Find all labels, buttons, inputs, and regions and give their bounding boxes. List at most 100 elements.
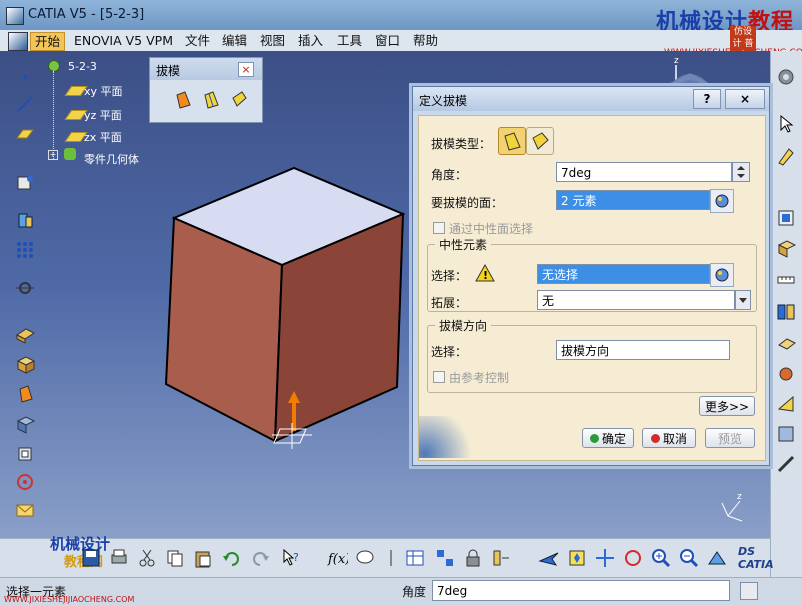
mail-icon[interactable]: [14, 499, 36, 521]
catalog-icon[interactable]: [434, 547, 456, 569]
menu-enovia[interactable]: ENOVIA V5 VPM: [70, 32, 177, 49]
tools-icon[interactable]: [775, 453, 797, 475]
redo-icon[interactable]: [250, 547, 272, 569]
law-icon[interactable]: [380, 547, 402, 569]
rotate-icon[interactable]: [622, 547, 644, 569]
print-icon[interactable]: [108, 547, 130, 569]
ok-button[interactable]: 确定: [582, 428, 634, 448]
line-icon[interactable]: [14, 93, 36, 115]
preview-button[interactable]: 预览: [705, 428, 755, 448]
cancel-button[interactable]: 取消: [642, 428, 696, 448]
help-button[interactable]: ?: [693, 89, 721, 109]
propagation-select[interactable]: 无: [537, 290, 735, 310]
zoom-out-icon[interactable]: [678, 547, 700, 569]
normal-view-icon[interactable]: [706, 547, 728, 569]
pocket-icon[interactable]: [14, 323, 36, 345]
tree-item-zx-plane[interactable]: zx 平面: [84, 129, 122, 145]
angle-spinner[interactable]: [732, 162, 750, 182]
menu-window[interactable]: 窗口: [371, 32, 404, 49]
point-icon[interactable]: [14, 66, 36, 88]
dialog-body: 拔模类型： 角度： 7deg 要拔模的面： 2 元素 通过中性面选择 中性元素 …: [418, 115, 766, 461]
menu-view[interactable]: 视图: [256, 32, 289, 49]
tree-item-xy-plane[interactable]: xy 平面: [84, 83, 123, 99]
svg-text:f(x): f(x): [327, 552, 348, 567]
pattern-icon[interactable]: [14, 239, 36, 261]
variable-draft-icon[interactable]: [228, 88, 250, 110]
more-button[interactable]: 更多>>: [699, 396, 755, 416]
fit-all-icon[interactable]: [566, 547, 588, 569]
dialog-close-button[interactable]: ×: [725, 89, 765, 109]
draft-toolbar-header[interactable]: 拔模 ×: [150, 58, 262, 80]
chevron-down-icon[interactable]: [735, 290, 751, 310]
body-icon[interactable]: [775, 237, 797, 259]
menu-file[interactable]: 文件: [181, 32, 214, 49]
draft-angle-icon[interactable]: [172, 88, 194, 110]
neutral-select-field[interactable]: 无选择: [537, 264, 710, 284]
constraint-icon[interactable]: [775, 423, 797, 445]
tree-item-part-body[interactable]: 零件几何体: [84, 151, 139, 167]
pan-icon[interactable]: [594, 547, 616, 569]
select-arrow-icon[interactable]: [775, 113, 797, 135]
measure-icon[interactable]: [775, 269, 797, 291]
gear-icon[interactable]: [775, 66, 797, 88]
define-draft-dialog: 定义拔模 ? × 拔模类型： 角度： 7deg 要拔模的面： 2 元素 通过中性…: [412, 86, 770, 466]
draft-type-variable-button[interactable]: [526, 127, 554, 155]
faces-to-draft-label: 要拔模的面：: [431, 196, 504, 210]
transform-icon[interactable]: [775, 333, 797, 355]
ok-icon: [589, 434, 599, 443]
neutral-list-icon[interactable]: [710, 263, 734, 287]
cut-icon[interactable]: [136, 547, 158, 569]
shell-icon[interactable]: [14, 413, 36, 435]
thickness-icon[interactable]: [14, 443, 36, 465]
catia-logo-icon[interactable]: [8, 32, 28, 51]
catia-app-icon: [6, 7, 24, 25]
angle-input[interactable]: 7deg: [556, 162, 732, 182]
neutral-face-checkbox[interactable]: [433, 222, 445, 234]
copy-icon[interactable]: [164, 547, 186, 569]
zoom-in-icon[interactable]: [650, 547, 672, 569]
status-bar: 选择一元素 WWW.JIXIESHEJIJIAOCHENG.COM 角度 7de…: [0, 577, 802, 606]
analysis-icon[interactable]: [775, 363, 797, 385]
knowledge-icon[interactable]: [354, 547, 376, 569]
whats-this-icon[interactable]: ?: [280, 547, 302, 569]
draft-type-constant-button[interactable]: [498, 127, 526, 155]
menu-edit[interactable]: 编辑: [218, 32, 251, 49]
watermark-bottom-url: WWW.JIXIESHEJIJIAOCHENG.COM: [4, 595, 135, 604]
boolean-icon[interactable]: [775, 301, 797, 323]
formula-icon[interactable]: f(x): [326, 547, 350, 569]
reference-control-checkbox[interactable]: [433, 371, 445, 383]
draft-reflect-line-icon[interactable]: [200, 88, 222, 110]
paste-icon[interactable]: [192, 547, 214, 569]
save-icon[interactable]: [80, 547, 102, 569]
sketcher-icon[interactable]: [775, 145, 797, 167]
toolbar-close-icon[interactable]: ×: [238, 62, 254, 77]
menu-start[interactable]: 开始: [30, 32, 66, 51]
annotation-icon[interactable]: [775, 393, 797, 415]
direction-select-field[interactable]: 拔模方向: [556, 340, 730, 360]
shaft-icon[interactable]: [14, 353, 36, 375]
menu-tools[interactable]: 工具: [333, 32, 366, 49]
draft-tool-icon[interactable]: [14, 383, 36, 405]
tree-root-label[interactable]: 5-2-3: [68, 60, 97, 73]
undo-icon[interactable]: [220, 547, 242, 569]
exit-workbench-icon[interactable]: [775, 207, 797, 229]
menu-help[interactable]: 帮助: [409, 32, 442, 49]
faces-to-draft-field[interactable]: 2 元素: [556, 190, 710, 210]
plane-tool-icon[interactable]: [14, 123, 36, 145]
menu-insert[interactable]: 插入: [294, 32, 327, 49]
tree-item-yz-plane[interactable]: yz 平面: [84, 107, 122, 123]
status-button-icon[interactable]: [740, 582, 758, 600]
dialog-header[interactable]: 定义拔模 ? ×: [413, 87, 769, 111]
sketch-icon[interactable]: [14, 171, 36, 193]
lock-icon[interactable]: [462, 547, 484, 569]
macro-icon[interactable]: [490, 547, 512, 569]
snap-point-icon[interactable]: [14, 277, 36, 299]
pad-icon[interactable]: [14, 209, 36, 231]
faces-list-icon[interactable]: [710, 189, 734, 213]
target-icon[interactable]: [14, 471, 36, 493]
tree-expand-icon[interactable]: +: [48, 150, 58, 160]
fly-icon[interactable]: [538, 547, 560, 569]
status-angle-input[interactable]: 7deg: [432, 580, 730, 601]
neutral-face-label: 通过中性面选择: [449, 222, 534, 236]
table-icon[interactable]: [404, 547, 426, 569]
